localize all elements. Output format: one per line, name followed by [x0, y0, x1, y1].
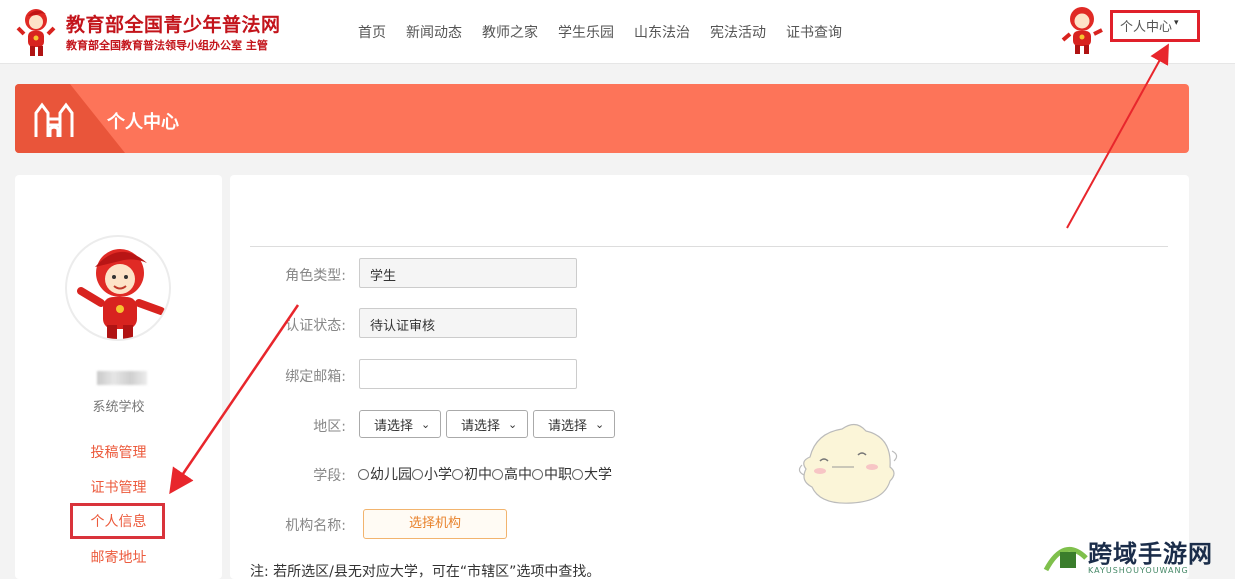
user-name-redacted — [97, 371, 147, 385]
radio-icon — [452, 468, 463, 480]
stage-option-vocational[interactable]: 中职 — [532, 464, 572, 484]
profile-form-panel: 角色类型: 学生 认证状态: 待认证审核 绑定邮箱: 地区: 请选择 ⌄ 请选择 ⌄… — [230, 175, 1189, 579]
form-note: 注: 若所选区/县无对应大学，可在“市辖区”选项中查找。 — [250, 564, 601, 579]
active-item-highlight — [70, 503, 165, 539]
stage-option-kindergarten[interactable]: 幼儿园 — [358, 464, 412, 484]
stage-radio-group: 幼儿园 小学 初中 高中 中职 大学 — [358, 464, 612, 484]
user-center-label: 个人中心 — [1120, 20, 1173, 35]
nav-item-shandong[interactable]: 山东法治 — [634, 22, 690, 42]
stage-label: 学段: — [313, 468, 346, 484]
sidebar: 系统学校 投稿管理 证书管理 个人信息 邮寄地址 — [15, 175, 222, 579]
email-label: 绑定邮箱: — [285, 369, 346, 385]
radio-icon — [412, 468, 423, 480]
stage-option-university[interactable]: 大学 — [572, 464, 612, 484]
city-select[interactable]: 请选择 ⌄ — [446, 410, 528, 438]
avatar[interactable] — [65, 235, 171, 341]
nav-item-teachers[interactable]: 教师之家 — [482, 22, 538, 42]
stage-option-primary[interactable]: 小学 — [412, 464, 452, 484]
sidebar-item-submissions[interactable]: 投稿管理 — [15, 442, 222, 462]
site-title[interactable]: 教育部全国青少年普法网 — [66, 10, 281, 37]
main-nav: 首页 新闻动态 教师之家 学生乐园 山东法治 宪法活动 证书查询 — [358, 22, 842, 42]
radio-icon — [358, 468, 369, 480]
district-select-value: 请选择 — [548, 418, 588, 434]
cat-sticker-icon — [798, 423, 898, 504]
radio-icon — [532, 468, 543, 480]
radio-icon — [572, 468, 583, 480]
radio-icon — [492, 468, 503, 480]
school-name: 系统学校 — [92, 400, 145, 415]
watermark-subtext: KAYUSHOUYOUWANG — [1088, 566, 1189, 575]
nav-item-students[interactable]: 学生乐园 — [558, 22, 614, 42]
sidebar-item-certificates[interactable]: 证书管理 — [15, 477, 222, 497]
province-select-value: 请选择 — [374, 418, 414, 434]
mascot-logo-icon[interactable] — [14, 6, 58, 58]
user-center-menu[interactable]: 个人中心 ▾ — [1110, 10, 1200, 42]
building-icon — [34, 102, 74, 137]
role-label: 角色类型: — [285, 268, 346, 284]
chevron-down-icon: ⌄ — [421, 417, 431, 431]
watermark-text: 跨域手游网 — [1088, 539, 1213, 568]
region-label: 地区: — [313, 419, 346, 435]
city-select-value: 请选择 — [461, 418, 501, 434]
province-select[interactable]: 请选择 ⌄ — [359, 410, 441, 438]
status-label: 认证状态: — [285, 318, 346, 334]
status-field: 待认证审核 — [359, 308, 577, 338]
divider — [250, 246, 1168, 247]
nav-item-home[interactable]: 首页 — [358, 22, 386, 42]
nav-item-constitution[interactable]: 宪法活动 — [710, 22, 766, 42]
chevron-down-icon: ⌄ — [595, 417, 605, 431]
site-subtitle: 教育部全国教育普法领导小组办公室 主管 — [66, 39, 268, 52]
page-title: 个人中心 — [107, 112, 179, 133]
nav-item-certificate-query[interactable]: 证书查询 — [786, 22, 842, 42]
role-field: 学生 — [359, 258, 577, 288]
mascot-avatar-icon — [77, 249, 165, 339]
email-field[interactable] — [359, 359, 577, 389]
sidebar-item-mailing-address[interactable]: 邮寄地址 — [15, 547, 222, 567]
page-banner: 个人中心 — [15, 84, 1189, 153]
stage-option-senior[interactable]: 高中 — [492, 464, 532, 484]
chevron-down-icon: ⌄ — [508, 417, 518, 431]
select-organization-button[interactable]: 选择机构 — [363, 509, 507, 539]
user-avatar-icon[interactable] — [1058, 4, 1106, 56]
org-label: 机构名称: — [285, 518, 346, 534]
nav-item-news[interactable]: 新闻动态 — [406, 22, 462, 42]
caret-down-icon: ▾ — [1174, 18, 1179, 28]
stage-option-junior[interactable]: 初中 — [452, 464, 492, 484]
district-select[interactable]: 请选择 ⌄ — [533, 410, 615, 438]
site-header: 教育部全国青少年普法网 教育部全国教育普法领导小组办公室 主管 首页 新闻动态 … — [0, 0, 1235, 64]
